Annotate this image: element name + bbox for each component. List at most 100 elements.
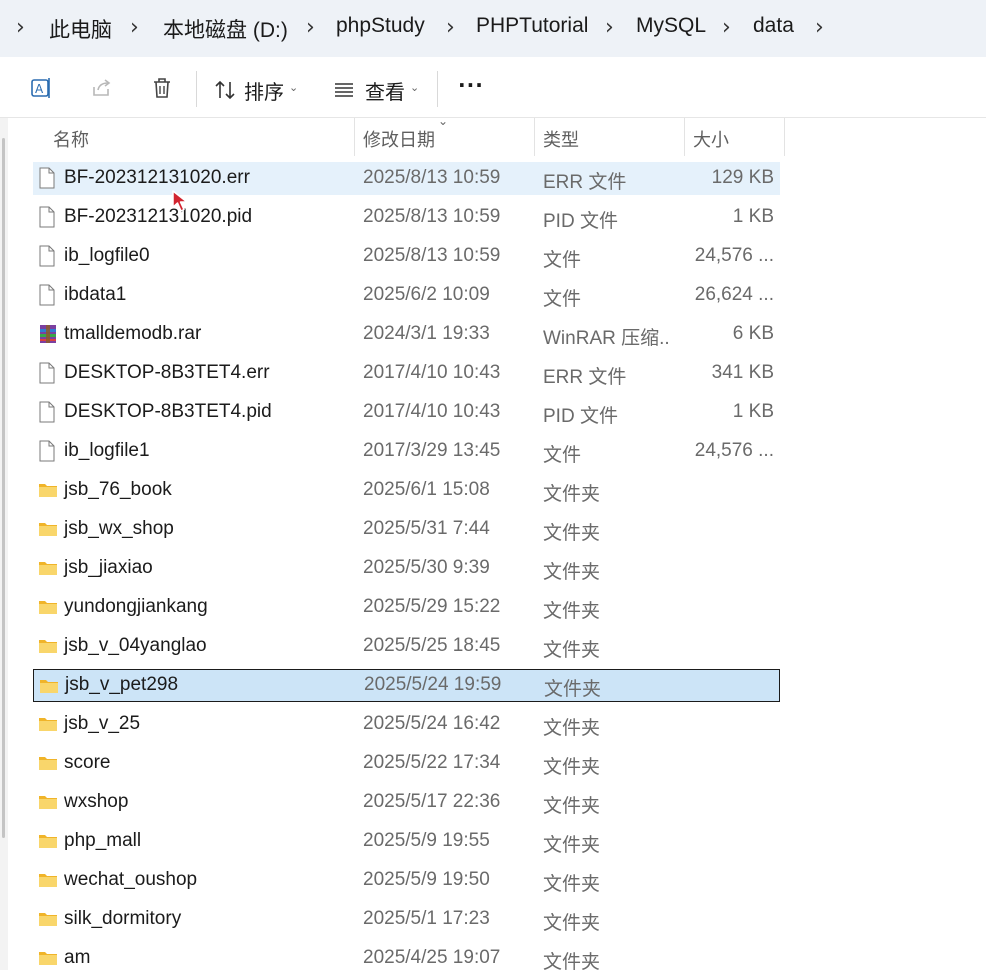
chevron-right-icon[interactable]: ›	[130, 15, 139, 40]
view-button[interactable]: 查看	[365, 76, 405, 105]
folder-row[interactable]: am 2025/4/25 19:07 文件夹	[33, 942, 780, 970]
file-name: jsb_jiaxiao	[64, 557, 153, 578]
sort-icon[interactable]	[213, 78, 237, 102]
folder-row[interactable]: jsb_v_25 2025/5/24 16:42 文件夹	[33, 708, 780, 741]
more-options-button[interactable]: ···	[458, 73, 484, 97]
file-name: jsb_v_25	[64, 713, 141, 734]
file-row[interactable]: DESKTOP-8B3TET4.pid 2017/4/10 10:43 PID 文件…	[33, 396, 780, 429]
file-row[interactable]: ib_logfile0 2025/8/13 10:59 文件 24,576 ...	[33, 240, 780, 273]
file-name: yundongjiankang	[64, 596, 208, 617]
file-name: BF-202312131020.pid	[64, 206, 253, 227]
folder-row[interactable]: jsb_v_04yanglao 2025/5/25 18:45 文件夹	[33, 630, 780, 663]
file-date: 2025/5/9 19:50	[363, 869, 490, 890]
folder-row[interactable]: jsb_76_book 2025/6/1 15:08 文件夹	[33, 474, 780, 507]
file-name: php_mall	[64, 830, 142, 851]
file-row[interactable]: DESKTOP-8B3TET4.err 2017/4/10 10:43 ERR 文件…	[33, 357, 780, 390]
file-date: 2017/4/10 10:43	[363, 362, 501, 383]
column-header-date[interactable]: 修改日期	[355, 118, 535, 156]
file-size: 1 KB	[732, 401, 774, 422]
view-icon[interactable]	[333, 79, 355, 101]
breadcrumb-item-local-disk[interactable]: 本地磁盘 (D:)	[163, 14, 288, 44]
file-row[interactable]: BF-202312131020.pid 2025/8/13 10:59 PID 文件…	[33, 201, 780, 234]
file-row[interactable]: ibdata1 2025/6/2 10:09 文件 26,624 ...	[33, 279, 780, 312]
file-date: 2025/8/13 10:59	[363, 245, 501, 266]
file-date: 2025/5/24 19:59	[364, 674, 502, 695]
breadcrumb-item-this-pc[interactable]: 此电脑	[49, 14, 112, 44]
column-header-name[interactable]: 名称	[33, 118, 355, 156]
chevron-right-icon[interactable]: ›	[722, 15, 731, 40]
chevron-down-icon[interactable]: ⌄	[289, 81, 298, 94]
file-row[interactable]: BF-202312131020.err 2025/8/13 10:59 ERR 文件…	[33, 162, 780, 195]
breadcrumb-item-phpstudy[interactable]: phpStudy	[336, 14, 425, 38]
folder-row[interactable]: jsb_jiaxiao 2025/5/30 9:39 文件夹	[33, 552, 780, 585]
file-date: 2017/3/29 13:45	[363, 440, 501, 461]
folder-icon	[39, 718, 57, 731]
file-name: wxshop	[64, 791, 129, 812]
file-icon	[39, 401, 55, 423]
folder-icon	[39, 796, 57, 809]
toolbar-divider	[196, 71, 197, 107]
file-row[interactable]: ib_logfile1 2017/3/29 13:45 文件 24,576 ...	[33, 435, 780, 468]
column-header-size[interactable]: 大小	[685, 118, 785, 156]
file-date: 2025/8/13 10:59	[363, 167, 501, 188]
file-size: 1 KB	[732, 206, 774, 227]
file-type: 文件夹	[543, 952, 601, 970]
column-divider[interactable]	[784, 118, 785, 156]
folder-row[interactable]: wxshop 2025/5/17 22:36 文件夹	[33, 786, 780, 819]
file-size: 341 KB	[711, 362, 774, 383]
file-date: 2025/5/29 15:22	[363, 596, 501, 617]
chevron-right-icon[interactable]: ›	[446, 15, 455, 40]
file-date: 2025/5/17 22:36	[363, 791, 501, 812]
file-name: DESKTOP-8B3TET4.err	[64, 362, 270, 383]
file-name: jsb_v_04yanglao	[64, 635, 207, 656]
chevron-right-icon[interactable]: ›	[605, 15, 614, 40]
folder-row[interactable]: php_mall 2025/5/9 19:55 文件夹	[33, 825, 780, 858]
folder-row[interactable]: score 2025/5/22 17:34 文件夹	[33, 747, 780, 780]
sort-button[interactable]: 排序	[244, 76, 284, 105]
folder-icon	[39, 523, 57, 536]
chevron-down-icon[interactable]: ⌄	[410, 81, 419, 94]
file-date: 2025/5/25 18:45	[363, 635, 501, 656]
chevron-right-icon[interactable]: ›	[815, 15, 824, 40]
file-type: 文件	[543, 250, 582, 271]
folder-row[interactable]: jsb_v_pet298 2025/5/24 19:59 文件夹	[33, 669, 780, 702]
file-type: 文件夹	[543, 640, 601, 661]
column-header-type[interactable]: 类型	[535, 118, 685, 156]
file-size: 26,624 ...	[694, 284, 774, 305]
folder-row[interactable]: jsb_wx_shop 2025/5/31 7:44 文件夹	[33, 513, 780, 546]
command-bar: A 排序 ⌄ 查看 ⌄ ···	[0, 57, 986, 118]
delete-icon[interactable]	[149, 75, 175, 101]
breadcrumb-item-phptutorial[interactable]: PHPTutorial	[476, 14, 588, 38]
column-header-date-label: 修改日期	[363, 130, 435, 150]
file-name: ib_logfile1	[64, 440, 150, 461]
chevron-right-icon[interactable]: ›	[306, 15, 315, 40]
file-icon	[39, 206, 55, 228]
file-name: ibdata1	[64, 284, 127, 305]
file-date: 2025/5/22 17:34	[363, 752, 501, 773]
file-icon	[39, 245, 55, 267]
file-name: wechat_oushop	[64, 869, 198, 890]
folder-icon	[39, 640, 57, 653]
file-name: jsb_v_pet298	[65, 674, 179, 695]
file-name: jsb_76_book	[64, 479, 172, 500]
file-date: 2025/5/24 16:42	[363, 713, 501, 734]
file-row[interactable]: tmalldemodb.rar 2024/3/1 19:33 WinRAR 压缩..…	[33, 318, 780, 351]
file-date: 2025/6/2 10:09	[363, 284, 490, 305]
chevron-right-icon[interactable]: ›	[16, 15, 25, 40]
breadcrumb-item-data[interactable]: data	[753, 14, 794, 38]
rename-icon[interactable]: A	[28, 75, 54, 101]
folder-row[interactable]: yundongjiankang 2025/5/29 15:22 文件夹	[33, 591, 780, 624]
share-icon[interactable]	[89, 75, 115, 101]
folder-row[interactable]: wechat_oushop 2025/5/9 19:50 文件夹	[33, 864, 780, 897]
folder-row[interactable]: silk_dormitory 2025/5/1 17:23 文件夹	[33, 903, 780, 936]
file-icon	[39, 167, 55, 189]
file-size: 129 KB	[711, 167, 774, 188]
file-type: 文件	[543, 289, 582, 310]
folder-icon	[39, 562, 57, 575]
folder-icon	[39, 874, 57, 887]
column-header-name-label: 名称	[53, 130, 89, 150]
file-name: BF-202312131020.err	[64, 167, 250, 188]
svg-text:A: A	[35, 82, 44, 96]
breadcrumb-item-mysql[interactable]: MySQL	[636, 14, 706, 38]
scrollbar-thumb[interactable]	[2, 138, 5, 838]
